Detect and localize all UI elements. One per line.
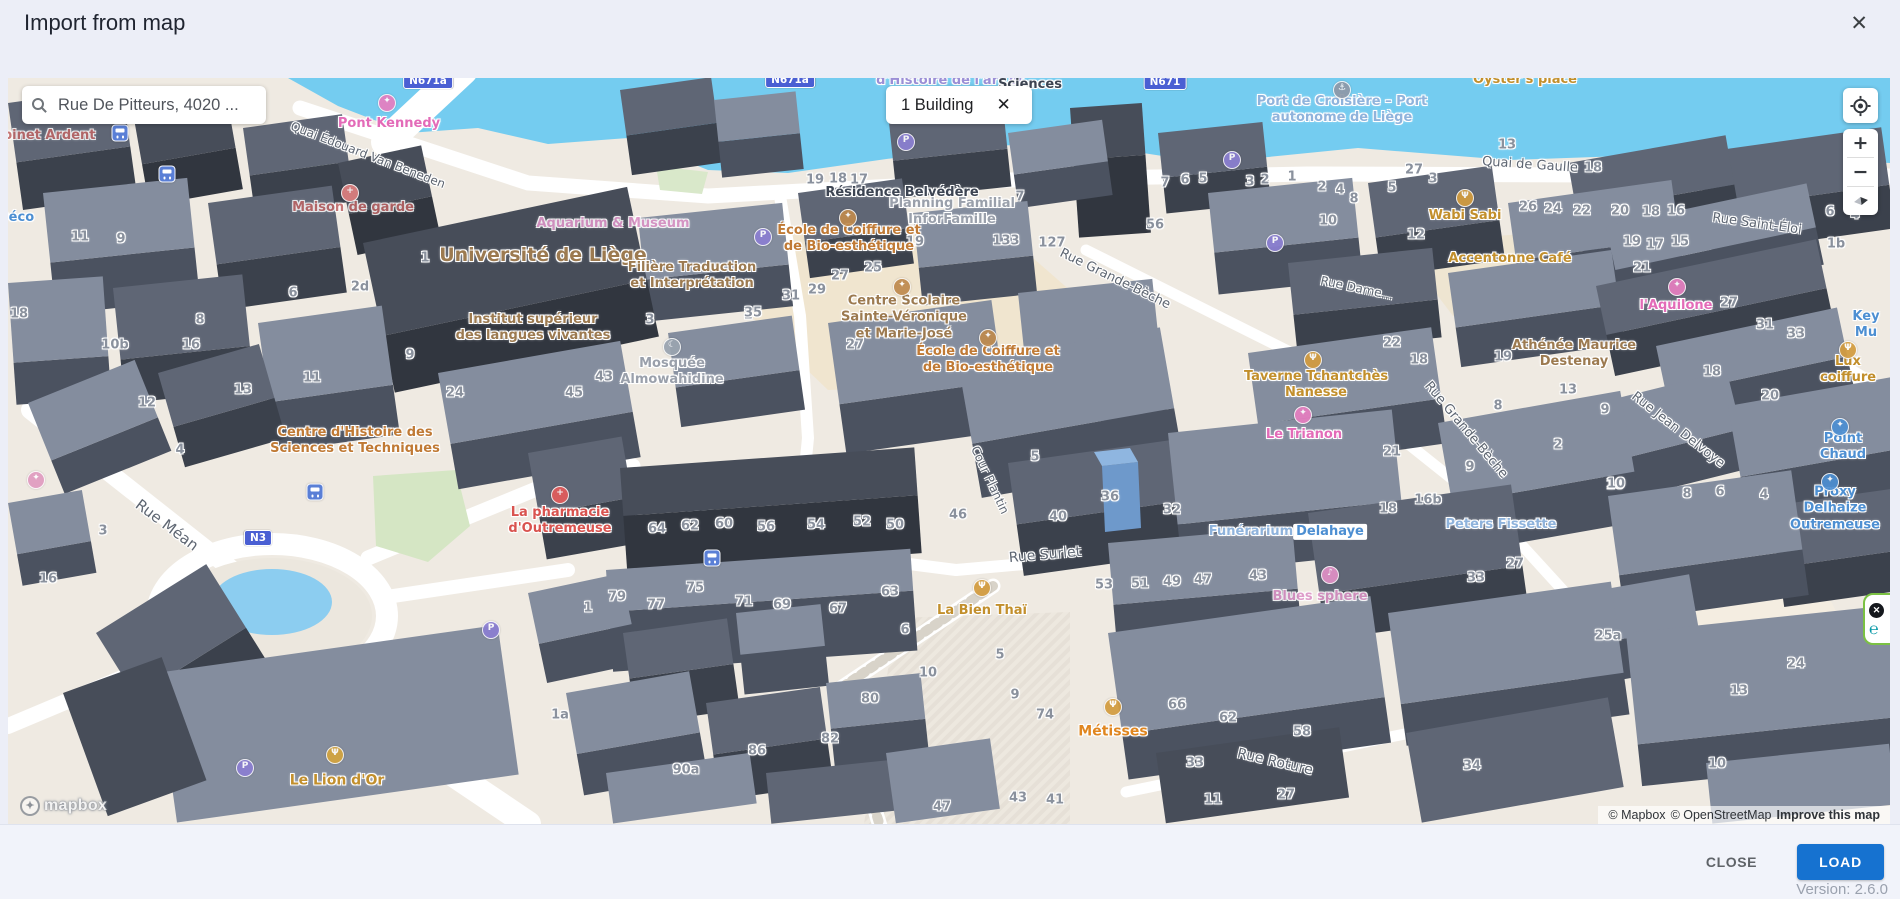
load-button[interactable]: LOAD bbox=[1797, 844, 1884, 880]
extension-e-icon[interactable]: ℮ bbox=[1869, 621, 1879, 636]
page-title: Import from map bbox=[24, 10, 185, 36]
map-search-box[interactable] bbox=[22, 86, 266, 124]
mapbox-logo-icon: ✦ bbox=[20, 796, 40, 816]
compass-needle-icon bbox=[1853, 196, 1868, 206]
dialog-footer: CLOSE LOAD Version: 2.6.0 bbox=[0, 824, 1900, 899]
chip-label: 1 Building bbox=[901, 96, 973, 115]
map-attribution: © Mapbox © OpenStreetMap Improve this ma… bbox=[1598, 806, 1890, 824]
chip-close-icon[interactable]: ✕ bbox=[990, 94, 1016, 116]
attribution-osm-link[interactable]: © OpenStreetMap bbox=[1671, 808, 1772, 822]
search-icon bbox=[32, 98, 47, 113]
geolocate-button[interactable] bbox=[1843, 88, 1878, 123]
geolocate-icon[interactable] bbox=[1843, 88, 1878, 123]
map-canvas[interactable]: 10b862d113119312718163119161242445431918… bbox=[8, 78, 1890, 824]
search-input[interactable] bbox=[56, 95, 256, 116]
compass-button[interactable] bbox=[1843, 187, 1878, 215]
zoom-controls: + − bbox=[1843, 129, 1878, 215]
attribution-mapbox-link[interactable]: © Mapbox bbox=[1608, 808, 1665, 822]
improve-map-link[interactable]: Improve this map bbox=[1777, 808, 1881, 822]
close-button[interactable]: CLOSE bbox=[1700, 853, 1763, 871]
extension-close-icon[interactable]: ✕ bbox=[1869, 603, 1884, 618]
mapbox-logo[interactable]: ✦ mapbox bbox=[20, 796, 107, 816]
version-label: Version: 2.6.0 bbox=[1796, 881, 1888, 898]
zoom-in-button[interactable]: + bbox=[1843, 129, 1878, 157]
browser-extension-badge: ✕ ℮ bbox=[1863, 593, 1890, 645]
zoom-out-button[interactable]: − bbox=[1843, 158, 1878, 186]
map-3d-scene bbox=[8, 78, 1890, 824]
close-icon[interactable]: ✕ bbox=[1844, 10, 1874, 36]
mapbox-logo-text: mapbox bbox=[44, 797, 107, 815]
building-selection-chip: 1 Building ✕ bbox=[886, 86, 1032, 124]
